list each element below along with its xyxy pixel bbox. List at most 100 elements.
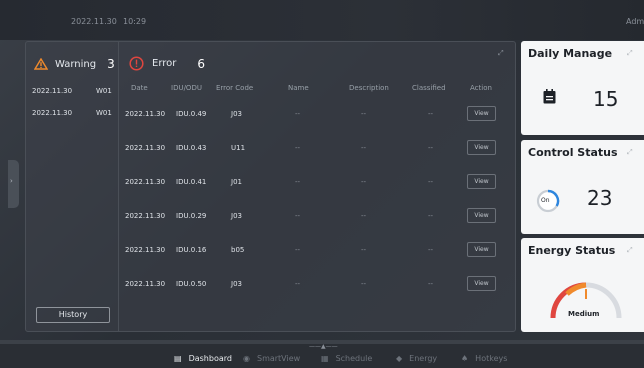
warning-code: W01 <box>96 87 112 95</box>
nav-smartview[interactable]: ◉ SmartView <box>243 354 300 363</box>
cell-error-code: U11 <box>231 144 246 152</box>
cell-classified: -- <box>428 110 434 118</box>
cell-unit: IDU.0.16 <box>176 246 207 254</box>
col-description: Description <box>349 84 389 92</box>
cell-description: -- <box>361 280 367 288</box>
daily-manage-value: 15 <box>593 87 619 111</box>
view-button[interactable]: View <box>467 276 496 291</box>
warning-column: Warning 3 2022.11.30 W01 2022.11.30 W01 … <box>26 42 119 331</box>
warning-row[interactable]: 2022.11.30 W01 <box>32 87 112 95</box>
cell-date: 2022.11.30 <box>125 178 166 186</box>
cell-date: 2022.11.30 <box>125 246 166 254</box>
cell-error-code: J01 <box>231 178 242 186</box>
cell-classified: -- <box>428 178 434 186</box>
cell-classified: -- <box>428 212 434 220</box>
nav-energy[interactable]: ◆ Energy <box>396 354 437 363</box>
view-button[interactable]: View <box>467 242 496 257</box>
col-action: Action <box>470 84 492 92</box>
cell-error-code: J03 <box>231 212 242 220</box>
daily-manage-card[interactable]: Daily Manage ⤢ 15 <box>521 41 644 135</box>
cell-date: 2022.11.30 <box>125 110 166 118</box>
nav-label: SmartView <box>256 354 301 363</box>
expand-icon[interactable]: ⤢ <box>627 148 633 157</box>
cell-name: -- <box>295 246 301 254</box>
cell-name: -- <box>295 178 301 186</box>
expand-icon[interactable]: ⤢ <box>627 246 633 255</box>
cell-unit: IDU.0.50 <box>176 280 207 288</box>
cell-date: 2022.11.30 <box>125 144 166 152</box>
cell-unit: IDU.0.49 <box>176 110 207 118</box>
alarm-panel: Warning 3 2022.11.30 W01 2022.11.30 W01 … <box>25 41 516 332</box>
energy-level: Medium <box>568 310 600 318</box>
view-button[interactable]: View <box>467 140 496 155</box>
nav-hotkeys[interactable]: ♠ Hotkeys <box>461 354 507 363</box>
warning-date: 2022.11.30 <box>32 109 73 117</box>
col-error-code: Error Code <box>216 84 254 92</box>
nav-label: Hotkeys <box>475 354 508 363</box>
view-button[interactable]: View <box>467 174 496 189</box>
error-label: Error <box>152 58 177 69</box>
chevron-right-icon: › <box>10 177 13 185</box>
user-name[interactable]: Adm <box>626 17 644 26</box>
card-title: Control Status <box>528 146 618 159</box>
control-status-card[interactable]: Control Status ⤢ On 23 <box>521 140 644 234</box>
error-count: 6 <box>197 56 206 71</box>
energy-icon: ◆ <box>396 354 403 363</box>
cell-error-code: J03 <box>231 110 242 118</box>
error-circle-icon <box>129 56 144 71</box>
cell-date: 2022.11.30 <box>125 280 166 288</box>
cell-error-code: b05 <box>231 246 245 254</box>
view-button[interactable]: View <box>467 208 496 223</box>
card-title: Energy Status <box>528 244 616 257</box>
view-button[interactable]: View <box>467 106 496 121</box>
warning-row[interactable]: 2022.11.30 W01 <box>32 109 112 117</box>
col-classified: Classified <box>412 84 446 92</box>
header-date: 2022.11.30 <box>71 17 117 26</box>
cell-unit: IDU.0.43 <box>176 144 207 152</box>
header-time: 10:29 <box>123 17 147 26</box>
cell-description: -- <box>361 144 367 152</box>
col-unit: IDU/ODU <box>171 84 202 92</box>
cell-unit: IDU.0.29 <box>176 212 207 220</box>
nav-dashboard[interactable]: ▤ Dashboard <box>174 354 232 363</box>
top-bar: 2022.11.30 10:29 Adm <box>0 0 644 40</box>
side-drawer-handle[interactable]: › <box>8 160 19 208</box>
expand-icon[interactable]: ⤢ <box>498 49 504 58</box>
on-badge-label: On <box>541 197 550 204</box>
error-header: Error 6 <box>129 56 205 71</box>
cell-description: -- <box>361 110 367 118</box>
cell-name: -- <box>295 212 301 220</box>
warning-code: W01 <box>96 109 112 117</box>
cell-name: -- <box>295 110 301 118</box>
dashboard-icon: ▤ <box>174 354 182 363</box>
expand-icon[interactable]: ⤢ <box>627 49 633 58</box>
nav-label: Schedule <box>335 354 373 363</box>
nav-label: Energy <box>409 354 438 363</box>
nav-label: Dashboard <box>188 354 232 363</box>
cell-classified: -- <box>428 144 434 152</box>
cell-error-code: J03 <box>231 280 242 288</box>
hotkeys-icon: ♠ <box>461 354 469 363</box>
energy-status-card[interactable]: Energy Status ⤢ Medium <box>521 238 644 332</box>
collapse-grip-icon[interactable]: ——▲—— <box>309 343 338 350</box>
cell-date: 2022.11.30 <box>125 212 166 220</box>
history-button[interactable]: History <box>36 307 110 323</box>
cell-description: -- <box>361 212 367 220</box>
warning-label: Warning <box>55 58 97 70</box>
cell-classified: -- <box>428 280 434 288</box>
nav-schedule[interactable]: ▦ Schedule <box>321 354 372 363</box>
bottom-nav: ——▲—— ▤ Dashboard ◉ SmartView ▦ Schedule… <box>0 340 644 368</box>
control-status-value: 23 <box>587 186 613 210</box>
calendar-icon <box>543 89 556 104</box>
cell-unit: IDU.0.41 <box>176 178 207 186</box>
col-date: Date <box>131 84 148 92</box>
schedule-icon: ▦ <box>321 354 329 363</box>
warning-triangle-icon <box>34 58 48 70</box>
cell-name: -- <box>295 144 301 152</box>
col-name: Name <box>288 84 309 92</box>
cell-description: -- <box>361 246 367 254</box>
card-title: Daily Manage <box>528 47 613 60</box>
cell-classified: -- <box>428 246 434 254</box>
cell-description: -- <box>361 178 367 186</box>
warning-date: 2022.11.30 <box>32 87 73 95</box>
